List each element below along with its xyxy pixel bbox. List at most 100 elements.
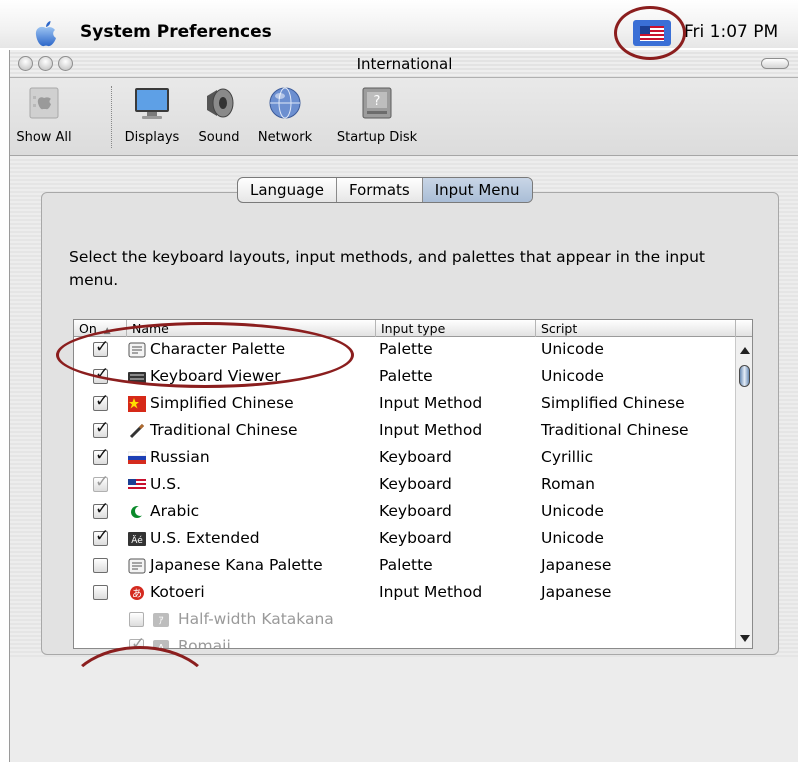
- table-row[interactable]: Simplified Chinese Input Method Simplified…: [74, 391, 736, 418]
- table-row[interactable]: Japanese Kana Palette Palette Japanese: [74, 553, 736, 580]
- scroll-down-arrow-icon[interactable]: [740, 635, 750, 642]
- row-script: Unicode: [541, 529, 604, 547]
- table-row[interactable]: U.S. Keyboard Roman: [74, 472, 736, 499]
- title-bar[interactable]: International: [10, 50, 798, 78]
- enable-checkbox[interactable]: [93, 526, 109, 546]
- kotoeri-icon: あ: [128, 585, 146, 601]
- katakana-icon: ｱ: [152, 612, 170, 628]
- enable-checkbox[interactable]: [93, 472, 109, 492]
- enable-checkbox[interactable]: [129, 612, 144, 627]
- row-script: Traditional Chinese: [541, 421, 689, 439]
- tab-panel: Select the keyboard layouts, input metho…: [41, 192, 779, 655]
- startup-disk-button[interactable]: ? Startup Disk: [332, 84, 422, 145]
- row-input-type: Keyboard: [379, 502, 452, 520]
- scroll-thumb[interactable]: [739, 365, 750, 387]
- row-name: Traditional Chinese: [150, 421, 298, 439]
- table-row[interactable]: あ Kotoeri Input Method Japanese: [74, 580, 736, 607]
- network-icon: [269, 87, 301, 119]
- row-name: Keyboard Viewer: [150, 367, 281, 385]
- sound-icon: [207, 88, 234, 118]
- table-row[interactable]: Arabic Keyboard Unicode: [74, 499, 736, 526]
- extended-keyboard-icon: Äé: [128, 531, 146, 547]
- sound-label: Sound: [198, 130, 240, 145]
- preferences-window: International Show All Displays Sound Ne…: [9, 50, 798, 762]
- table-row[interactable]: Äé U.S. Extended Keyboard Unicode: [74, 526, 736, 553]
- input-sources-table[interactable]: On ▲ Name Input type Script Character Pa…: [73, 319, 753, 649]
- column-header-input-type[interactable]: Input type: [376, 320, 536, 337]
- row-name: U.S. Extended: [150, 529, 260, 547]
- row-script: Japanese: [541, 583, 612, 601]
- row-script: Unicode: [541, 502, 604, 520]
- show-all-label: Show All: [16, 130, 72, 145]
- palette-icon: [128, 558, 146, 574]
- description-text: Select the keyboard layouts, input metho…: [69, 248, 705, 289]
- sort-ascending-icon: ▲: [103, 326, 111, 336]
- table-row[interactable]: Russian Keyboard Cyrillic: [74, 445, 736, 472]
- table-row[interactable]: Keyboard Viewer Palette Unicode: [74, 364, 736, 391]
- table-row[interactable]: A Romaji: [74, 634, 736, 649]
- enable-checkbox[interactable]: [129, 634, 145, 648]
- crescent-icon: [128, 504, 146, 520]
- enable-checkbox[interactable]: [93, 337, 109, 357]
- enable-checkbox[interactable]: [93, 558, 108, 573]
- menu-bar: System Preferences Fri 1:07 PM: [0, 0, 798, 48]
- svg-text:?: ?: [374, 94, 381, 109]
- table-row[interactable]: Traditional Chinese Input Method Tradition…: [74, 418, 736, 445]
- preference-pane: Language Formats Input Menu Select the k…: [10, 157, 798, 762]
- column-header-script[interactable]: Script: [536, 320, 736, 337]
- row-name: Half-width Katakana: [178, 610, 334, 628]
- vertical-scrollbar[interactable]: [735, 337, 752, 648]
- row-name: Simplified Chinese: [150, 394, 294, 412]
- enable-checkbox[interactable]: [93, 418, 109, 438]
- enable-checkbox[interactable]: [93, 364, 109, 384]
- row-input-type: Palette: [379, 556, 433, 574]
- network-button[interactable]: Network: [253, 84, 317, 145]
- column-header-name[interactable]: Name: [127, 320, 376, 337]
- row-input-type: Input Method: [379, 421, 483, 439]
- row-input-type: Input Method: [379, 583, 483, 601]
- scroll-up-arrow-icon[interactable]: [740, 347, 750, 354]
- menu-clock[interactable]: Fri 1:07 PM: [684, 22, 778, 42]
- tab-language[interactable]: Language: [238, 178, 338, 202]
- keyboard-icon: [128, 369, 146, 385]
- apple-menu-icon[interactable]: [34, 20, 58, 48]
- row-script: Roman: [541, 475, 595, 493]
- enable-checkbox[interactable]: [93, 499, 109, 519]
- romaji-icon: A: [152, 639, 170, 648]
- column-header-on-label: On: [79, 321, 97, 336]
- displays-icon: [135, 88, 169, 119]
- tab-formats[interactable]: Formats: [337, 178, 423, 202]
- window-title: International: [356, 55, 453, 73]
- app-title[interactable]: System Preferences: [80, 22, 272, 42]
- table-row[interactable]: Character Palette Palette Unicode: [74, 337, 736, 364]
- show-all-button[interactable]: Show All: [16, 84, 72, 145]
- sound-button[interactable]: Sound: [193, 84, 245, 145]
- window-bottom-area: [10, 657, 798, 762]
- displays-button[interactable]: Displays: [122, 84, 182, 145]
- row-script: Cyrillic: [541, 448, 594, 466]
- svg-text:Äé: Äé: [131, 535, 143, 546]
- enable-checkbox[interactable]: [93, 391, 109, 411]
- column-header-corner: [736, 320, 752, 337]
- toolbar: Show All Displays Sound Network ? Startu…: [10, 78, 798, 156]
- row-name: Arabic: [150, 502, 200, 520]
- row-input-type: Palette: [379, 367, 433, 385]
- tab-input-menu[interactable]: Input Menu: [422, 178, 532, 202]
- row-name: Russian: [150, 448, 210, 466]
- simplified-chinese-icon: [128, 396, 146, 412]
- tab-bar: Language Formats Input Menu: [237, 177, 533, 203]
- toolbar-separator: [111, 86, 112, 148]
- enable-checkbox[interactable]: [93, 585, 108, 600]
- row-name: Romaji: [178, 637, 231, 649]
- displays-label: Displays: [124, 130, 180, 145]
- svg-text:ｱ: ｱ: [159, 616, 164, 627]
- enable-checkbox[interactable]: [93, 445, 109, 465]
- show-all-icon: [29, 87, 59, 119]
- startup-disk-icon: ?: [362, 87, 392, 119]
- brush-icon: [128, 423, 146, 439]
- toolbar-toggle-button[interactable]: [761, 58, 789, 69]
- input-menu-button[interactable]: [633, 20, 671, 46]
- table-row[interactable]: ｱ Half-width Katakana: [74, 607, 736, 634]
- table-header: On ▲ Name Input type Script: [74, 320, 752, 337]
- column-header-on[interactable]: On ▲: [74, 320, 127, 337]
